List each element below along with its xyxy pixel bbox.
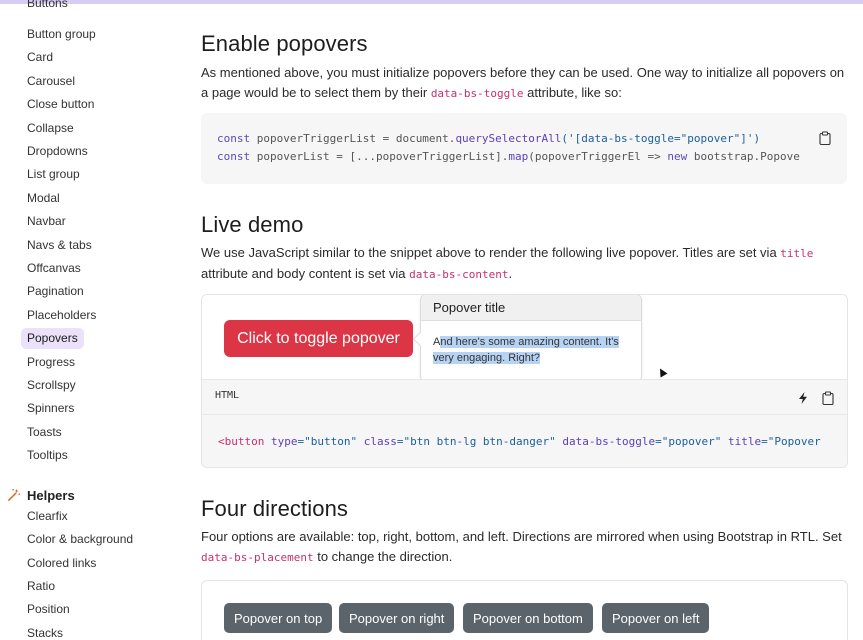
code-line-2: const popoverList = [...popoverTriggerLi… xyxy=(217,150,800,163)
toggle-popover-button[interactable]: Click to toggle popover xyxy=(224,320,413,357)
four-directions-description: Four options are available: top, right, … xyxy=(201,529,842,564)
clipboard-icon[interactable] xyxy=(818,131,832,145)
popover-right-button[interactable]: Popover on right xyxy=(339,603,455,633)
sidebar-item-modal[interactable]: Modal xyxy=(21,188,66,209)
selected-text: nd here's some amazing content. It's ver… xyxy=(433,336,619,364)
sidebar-item-position[interactable]: Position xyxy=(21,599,76,620)
sidebar-item-navs-and-tabs[interactable]: Navs & tabs xyxy=(21,235,98,256)
sidebar-item-spinners[interactable]: Spinners xyxy=(21,398,80,419)
popover: Popover title And here's some amazing co… xyxy=(412,295,642,382)
sidebar-item-toasts[interactable]: Toasts xyxy=(21,422,68,443)
heading-live-demo: Live demo xyxy=(201,212,304,237)
code-line-html: <button type="button" class="btn btn-lg … xyxy=(218,435,821,448)
helpers-section-title: Helpers xyxy=(7,486,75,504)
sidebar: Buttons Button group Card Carousel Close bu… xyxy=(0,0,180,640)
sidebar-item-stacks[interactable]: Stacks xyxy=(21,623,69,640)
sidebar-item-close-button[interactable]: Close button xyxy=(21,94,100,115)
sidebar-item-color-and-background[interactable]: Color & background xyxy=(21,529,139,550)
lightning-icon[interactable] xyxy=(796,391,810,405)
sidebar-item-scrollspy[interactable]: Scrollspy xyxy=(21,375,82,396)
sidebar-item-placeholders[interactable]: Placeholders xyxy=(21,305,102,326)
sidebar-item-pagination[interactable]: Pagination xyxy=(21,281,90,302)
sidebar-item-tooltips[interactable]: Tooltips xyxy=(21,445,74,466)
sidebar-item-buttons[interactable]: Buttons xyxy=(27,0,68,10)
sidebar-item-collapse[interactable]: Collapse xyxy=(21,118,80,139)
sidebar-item-carousel[interactable]: Carousel xyxy=(21,71,81,92)
popover-body: And here's some amazing content. It's ve… xyxy=(433,336,619,364)
sidebar-item-progress[interactable]: Progress xyxy=(21,352,81,373)
sidebar-item-dropdowns[interactable]: Dropdowns xyxy=(21,141,94,162)
heading-four-directions: Four directions xyxy=(201,496,349,521)
mouse-cursor-icon xyxy=(656,366,668,378)
sidebar-item-navbar[interactable]: Navbar xyxy=(21,211,72,232)
popover-title: Popover title xyxy=(421,295,641,321)
popover-left-button[interactable]: Popover on left xyxy=(602,603,710,633)
enable-description: As mentioned above, you must initialize … xyxy=(201,65,845,100)
sidebar-item-colored-links[interactable]: Colored links xyxy=(21,553,102,574)
popover-bottom-button[interactable]: Popover on bottom xyxy=(463,603,593,633)
four-directions-example: Popover on top Popover on right Popover … xyxy=(201,580,848,640)
main-content: Enable popovers As mentioned above, you … xyxy=(201,0,863,640)
sidebar-item-offcanvas[interactable]: Offcanvas xyxy=(21,258,87,279)
live-demo-example: Click to toggle popover Popover title An… xyxy=(201,294,848,468)
sidebar-item-list-group[interactable]: List group xyxy=(21,164,86,185)
magic-wand-icon xyxy=(8,488,21,501)
popover-top-button[interactable]: Popover on top xyxy=(224,603,333,633)
code-block-html: <button type="button" class="btn btn-lg … xyxy=(202,415,847,467)
sidebar-item-ratio[interactable]: Ratio xyxy=(21,576,61,597)
code-block-init: const popoverTriggerList = document.quer… xyxy=(201,113,847,184)
clipboard-icon[interactable] xyxy=(821,391,835,405)
code-toolbar: HTML xyxy=(202,379,847,415)
sidebar-item-card[interactable]: Card xyxy=(21,47,59,68)
sidebar-item-button-group[interactable]: Button group xyxy=(21,24,102,45)
live-demo-description: We use JavaScript similar to the snippet… xyxy=(201,245,814,281)
sidebar-item-popovers[interactable]: Popovers xyxy=(21,328,84,350)
sidebar-item-clearfix[interactable]: Clearfix xyxy=(21,506,74,527)
heading-enable-popovers: Enable popovers xyxy=(201,31,368,56)
code-line-1: const popoverTriggerList = document.quer… xyxy=(217,132,761,145)
demo-preview: Click to toggle popover Popover title An… xyxy=(202,295,847,382)
code-language-label: HTML xyxy=(215,390,240,401)
